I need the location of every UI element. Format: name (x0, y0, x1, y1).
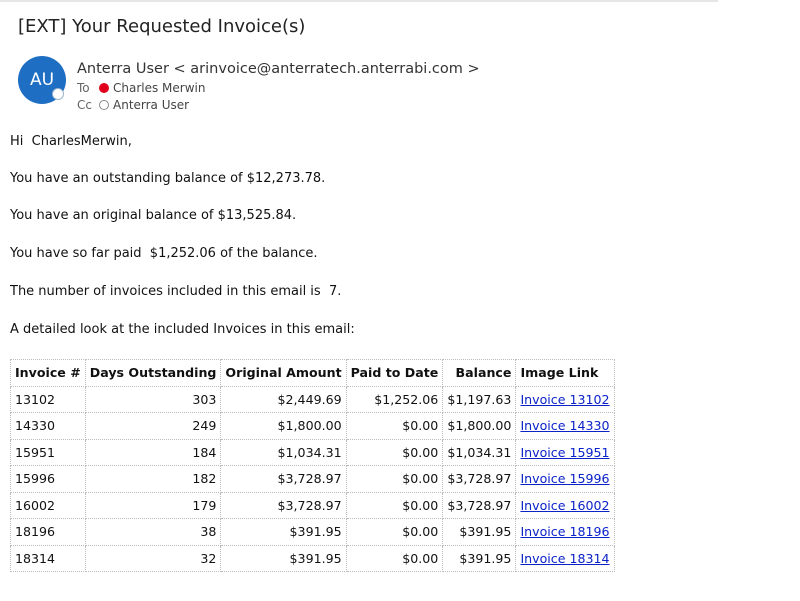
invoice-count-text: The number of invoices included in this … (10, 284, 342, 299)
cell-invoice-number: 18196 (10, 518, 86, 546)
cell-invoice-number: 13102 (10, 385, 86, 413)
table-header-row: Invoice # Days Outstanding Original Amou… (10, 359, 615, 387)
cell-paid-to-date: $0.00 (345, 465, 444, 493)
to-label: To (77, 81, 90, 95)
cell-original-amount: $391.95 (220, 544, 347, 572)
email-subject: [EXT] Your Requested Invoice(s) (18, 16, 306, 37)
cell-image-link: Invoice 15951 (515, 438, 615, 466)
avatar-initials: AU (29, 70, 55, 90)
cell-invoice-number: 15951 (10, 438, 86, 466)
col-header-link: Image Link (515, 359, 615, 387)
cell-invoice-number: 14330 (10, 412, 86, 440)
cell-balance: $1,034.31 (442, 438, 517, 466)
paid-amount-text: You have so far paid $1,252.06 of the ba… (10, 246, 318, 261)
cell-paid-to-date: $0.00 (345, 412, 444, 440)
cell-days-outstanding: 303 (84, 385, 222, 413)
cell-balance: $391.95 (442, 518, 517, 546)
cell-paid-to-date: $0.00 (345, 544, 444, 572)
table-row: 15951 184 $1,034.31 $0.00 $1,034.31 Invoice 1… (10, 438, 615, 466)
cell-invoice-number: 16002 (10, 491, 86, 519)
cell-balance: $1,800.00 (442, 412, 517, 440)
col-header-balance: Balance (442, 359, 517, 387)
cell-paid-to-date: $0.00 (345, 438, 444, 466)
to-recipients-row: To Charles Merwin (77, 81, 205, 95)
cell-original-amount: $2,449.69 (220, 385, 347, 413)
cell-balance: $1,197.63 (442, 385, 517, 413)
invoice-table: Invoice # Days Outstanding Original Amou… (10, 359, 615, 572)
cell-image-link: Invoice 18314 (515, 544, 615, 572)
cell-image-link: Invoice 15996 (515, 465, 615, 493)
greeting-text: Hi CharlesMerwin, (10, 134, 132, 149)
cell-paid-to-date: $1,252.06 (345, 385, 444, 413)
cell-balance: $3,728.97 (442, 465, 517, 493)
cell-invoice-number: 18314 (10, 544, 86, 572)
cell-invoice-number: 15996 (10, 465, 86, 493)
table-row: 15996 182 $3,728.97 $0.00 $3,728.97 Invoice 1… (10, 465, 615, 493)
sender-address[interactable]: Anterra User < arinvoice@anterratech.ant… (77, 61, 480, 77)
cell-days-outstanding: 38 (84, 518, 222, 546)
invoice-image-link[interactable]: Invoice 13102 (520, 392, 609, 407)
cc-label: Cc (77, 98, 92, 112)
cell-original-amount: $391.95 (220, 518, 347, 546)
cell-image-link: Invoice 18196 (515, 518, 615, 546)
cell-image-link: Invoice 14330 (515, 412, 615, 440)
cell-original-amount: $1,034.31 (220, 438, 347, 466)
presence-status-icon (52, 88, 64, 100)
cell-image-link: Invoice 16002 (515, 491, 615, 519)
cell-paid-to-date: $0.00 (345, 491, 444, 519)
table-row: 14330 249 $1,800.00 $0.00 $1,800.00 Invoice 1… (10, 412, 615, 440)
col-header-paid: Paid to Date (345, 359, 444, 387)
cell-balance: $391.95 (442, 544, 517, 572)
original-balance-text: You have an original balance of $13,525.… (10, 208, 297, 223)
cell-balance: $3,728.97 (442, 491, 517, 519)
cell-original-amount: $3,728.97 (220, 465, 347, 493)
cell-days-outstanding: 184 (84, 438, 222, 466)
invoice-image-link[interactable]: Invoice 14330 (520, 418, 609, 433)
cc-recipient-name[interactable]: Anterra User (113, 98, 189, 112)
cc-recipients-row: Cc Anterra User (77, 98, 189, 112)
col-header-invoice: Invoice # (10, 359, 86, 387)
table-row: 18314 32 $391.95 $0.00 $391.95 Invoice 18314 (10, 544, 615, 572)
table-row: 13102 303 $2,449.69 $1,252.06 $1,197.63 Invoi… (10, 385, 615, 413)
invoice-image-link[interactable]: Invoice 15951 (520, 445, 609, 460)
presence-busy-icon (99, 83, 109, 93)
table-row: 18196 38 $391.95 $0.00 $391.95 Invoice 18196 (10, 518, 615, 546)
invoice-image-link[interactable]: Invoice 18314 (520, 551, 609, 566)
col-header-original: Original Amount (220, 359, 347, 387)
to-recipient-name[interactable]: Charles Merwin (113, 81, 205, 95)
cell-paid-to-date: $0.00 (345, 518, 444, 546)
cell-days-outstanding: 179 (84, 491, 222, 519)
cell-image-link: Invoice 13102 (515, 385, 615, 413)
header-divider (0, 0, 718, 2)
table-row: 16002 179 $3,728.97 $0.00 $3,728.97 Invoice 1… (10, 491, 615, 519)
cell-days-outstanding: 249 (84, 412, 222, 440)
invoice-image-link[interactable]: Invoice 15996 (520, 471, 609, 486)
invoice-image-link[interactable]: Invoice 18196 (520, 524, 609, 539)
presence-unknown-icon (99, 100, 109, 110)
col-header-days: Days Outstanding (84, 359, 222, 387)
cell-original-amount: $3,728.97 (220, 491, 347, 519)
cell-days-outstanding: 182 (84, 465, 222, 493)
detail-intro-text: A detailed look at the included Invoices… (10, 322, 355, 337)
cell-original-amount: $1,800.00 (220, 412, 347, 440)
cell-days-outstanding: 32 (84, 544, 222, 572)
outstanding-balance-text: You have an outstanding balance of $12,2… (10, 171, 326, 186)
invoice-image-link[interactable]: Invoice 16002 (520, 498, 609, 513)
